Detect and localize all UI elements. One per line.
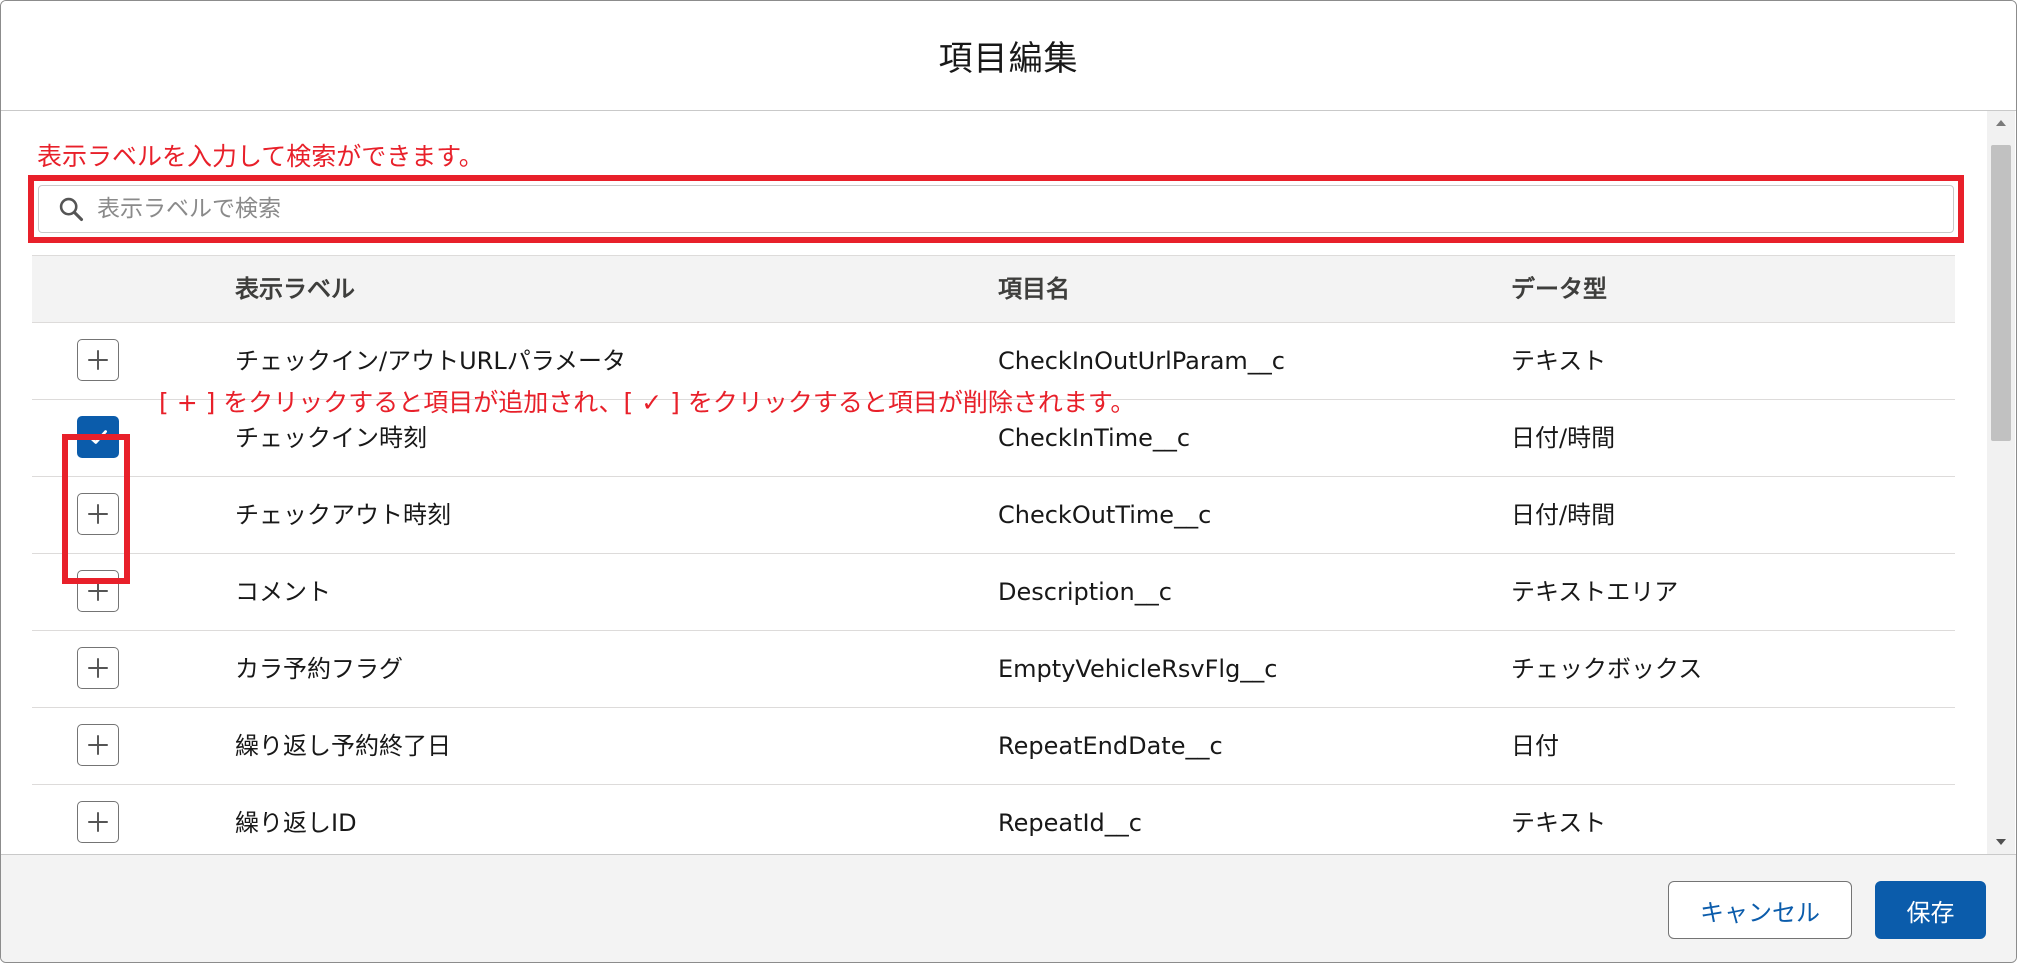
plus-icon [88, 581, 108, 601]
plus-icon [88, 504, 108, 524]
field-data-type: 日付/時間 [1511, 424, 1616, 452]
add-field-button[interactable] [77, 724, 119, 766]
plus-icon [88, 812, 108, 832]
field-data-type: 日付/時間 [1511, 501, 1616, 529]
field-label: 繰り返しID [235, 809, 357, 837]
table-row: カラ予約フラグ EmptyVehicleRsvFlg__c チェックボックス [32, 631, 1955, 708]
save-button[interactable]: 保存 [1875, 881, 1986, 939]
add-field-button[interactable] [77, 493, 119, 535]
field-data-type: チェックボックス [1511, 655, 1703, 683]
table-row: 繰り返しID RepeatId__c テキスト [32, 785, 1955, 854]
field-label: コメント [235, 578, 331, 606]
search-highlight-frame [28, 175, 1964, 243]
cancel-button[interactable]: キャンセル [1668, 881, 1852, 939]
modal-footer: キャンセル 保存 [1, 854, 2016, 962]
modal-header: 項目編集 [1, 1, 2016, 111]
field-api-name: CheckOutTime__c [998, 501, 1212, 529]
table-row: 繰り返し予約終了日 RepeatEndDate__c 日付 [32, 708, 1955, 785]
modal-title: 項目編集 [938, 39, 1079, 79]
search-input[interactable] [95, 185, 1953, 233]
scrollbar-thumb[interactable] [1991, 145, 2011, 441]
add-field-button[interactable] [77, 339, 119, 381]
remove-field-checkbox[interactable] [77, 416, 119, 458]
field-label: カラ予約フラグ [235, 655, 403, 683]
search-box[interactable] [38, 185, 1954, 233]
table-row: コメント Description__c テキストエリア [32, 554, 1955, 631]
field-data-type: テキスト [1511, 809, 1607, 837]
field-data-type: テキストエリア [1511, 578, 1679, 606]
field-api-name: EmptyVehicleRsvFlg__c [998, 655, 1278, 683]
field-data-type: テキスト [1511, 347, 1607, 375]
table-header: 表示ラベル 項目名 データ型 [32, 255, 1955, 323]
plus-icon [88, 658, 108, 678]
add-field-button[interactable] [77, 647, 119, 689]
fields-table: 表示ラベル 項目名 データ型 チェックイン/アウトURLパラメータ CheckIn… [32, 255, 1955, 854]
search-annotation: 表示ラベルを入力して検索ができます。 [37, 142, 484, 171]
search-icon [59, 197, 84, 222]
check-icon [89, 430, 107, 444]
scroll-down-arrow-icon[interactable] [1987, 830, 2015, 854]
table-row: チェックアウト時刻 CheckOutTime__c 日付/時間 [32, 477, 1955, 554]
toggle-annotation: [ + ] をクリックすると項目が追加され、[ ✓ ] をクリックすると項目が削… [159, 388, 1136, 417]
vertical-scrollbar[interactable] [1987, 111, 2015, 854]
add-field-button[interactable] [77, 801, 119, 843]
header-api-name: 項目名 [998, 275, 1070, 303]
add-field-button[interactable] [77, 570, 119, 612]
field-api-name: Description__c [998, 578, 1172, 606]
scroll-up-arrow-icon[interactable] [1987, 111, 2015, 135]
header-label: 表示ラベル [235, 275, 355, 303]
header-data-type: データ型 [1511, 275, 1607, 303]
plus-icon [88, 735, 108, 755]
field-label: チェックアウト時刻 [235, 501, 451, 529]
plus-icon [88, 350, 108, 370]
field-label: 繰り返し予約終了日 [235, 732, 451, 760]
field-api-name: RepeatEndDate__c [998, 732, 1223, 760]
field-api-name: RepeatId__c [998, 809, 1142, 837]
field-data-type: 日付 [1511, 732, 1559, 760]
edit-fields-modal: 項目編集 表示ラベルを入力して検索ができます。 表示ラベル 項目名 データ型 チ… [0, 0, 2017, 963]
modal-body: 表示ラベルを入力して検索ができます。 表示ラベル 項目名 データ型 チェックイン… [1, 111, 2016, 854]
